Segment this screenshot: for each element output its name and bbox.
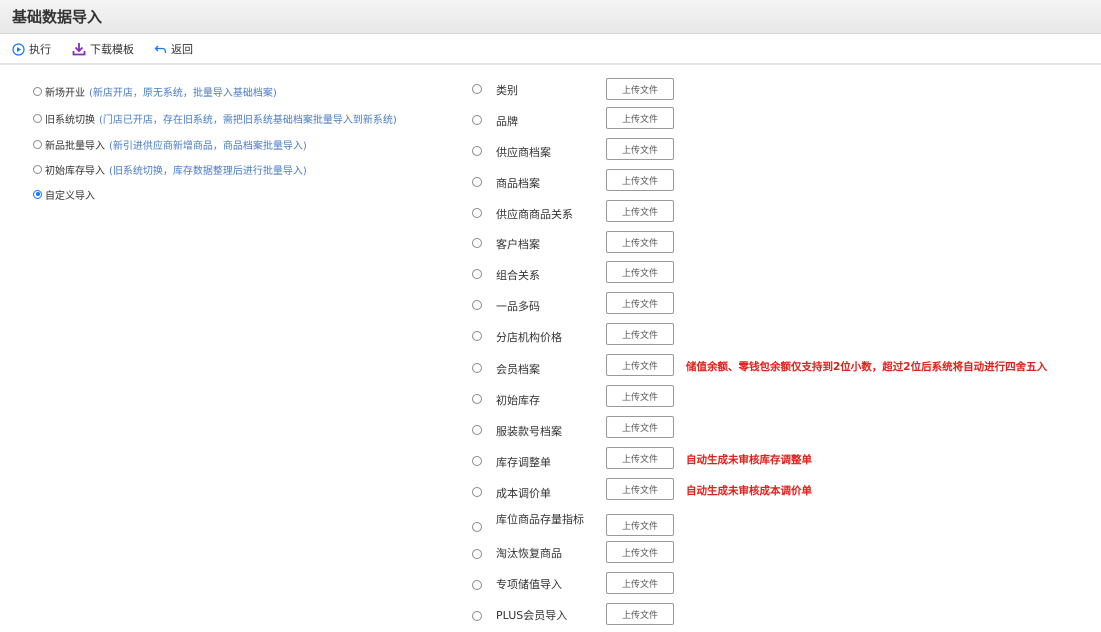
page-title: 基础数据导入	[12, 8, 103, 26]
back-arrow-icon	[154, 43, 167, 56]
upload-button-multi-barcode[interactable]: 上传文件	[606, 292, 674, 314]
mode-initial-stock[interactable]: 初始库存导入 (旧系统切换，库存数据整理后进行批量导入)	[33, 161, 307, 177]
item-label-location-stock: 库位商品存量指标	[496, 513, 584, 526]
mode-custom[interactable]: 自定义导入	[33, 186, 95, 202]
item-label-multi-barcode: 一品多码	[496, 300, 540, 313]
radio-item-special-stored-value[interactable]	[472, 580, 482, 590]
mode-desc: (门店已开店，存在旧系统，需把旧系统基础档案批量导入到新系统)	[99, 114, 397, 126]
item-label-category: 类别	[496, 84, 518, 97]
back-label: 返回	[171, 43, 193, 56]
radio-item-multi-barcode[interactable]	[472, 300, 482, 310]
radio-new-store[interactable]	[33, 86, 42, 96]
mode-new-products[interactable]: 新品批量导入 (新引进供应商新增商品，商品档案批量导入)	[33, 136, 307, 152]
item-label-apparel-style: 服装款号档案	[496, 425, 562, 438]
radio-item-combo[interactable]	[472, 269, 482, 279]
radio-item-member[interactable]	[472, 363, 482, 373]
radio-item-initial-stock[interactable]	[472, 394, 482, 404]
item-label-member: 会员档案	[496, 363, 540, 376]
item-label-special-stored-value: 专项储值导入	[496, 578, 562, 591]
radio-item-category[interactable]	[472, 84, 482, 94]
item-label-initial-stock: 初始库存	[496, 394, 540, 407]
mode-label: 旧系统切换	[45, 114, 95, 126]
radio-item-brand[interactable]	[472, 115, 482, 125]
item-label-restore-product: 淘汰恢复商品	[496, 547, 562, 560]
upload-button-branch-price[interactable]: 上传文件	[606, 323, 674, 345]
item-label-stock-adjust: 库存调整单	[496, 456, 551, 469]
download-icon	[72, 42, 86, 56]
toolbar: 执行 下载模板 返回	[0, 34, 1101, 64]
radio-item-apparel-style[interactable]	[472, 425, 482, 435]
execute-button[interactable]: 执行	[12, 39, 51, 59]
upload-button-brand[interactable]: 上传文件	[606, 107, 674, 129]
upload-button-category[interactable]: 上传文件	[606, 78, 674, 100]
radio-item-stock-adjust[interactable]	[472, 456, 482, 466]
execute-label: 执行	[29, 43, 51, 56]
mode-desc: (新引进供应商新增商品，商品档案批量导入)	[109, 140, 307, 152]
mode-label: 自定义导入	[45, 190, 95, 202]
upload-button-member[interactable]: 上传文件	[606, 354, 674, 376]
upload-button-combo[interactable]: 上传文件	[606, 261, 674, 283]
mode-desc: (旧系统切换，库存数据整理后进行批量导入)	[109, 165, 307, 177]
download-template-button[interactable]: 下载模板	[72, 39, 134, 59]
upload-button-initial-stock[interactable]: 上传文件	[606, 385, 674, 407]
radio-item-customer[interactable]	[472, 238, 482, 248]
radio-item-restore-product[interactable]	[472, 549, 482, 559]
mode-label: 新场开业	[45, 87, 85, 99]
upload-button-product[interactable]: 上传文件	[606, 169, 674, 191]
cost-adjust-note: 自动生成未审核成本调价单	[686, 485, 812, 497]
upload-button-plus-member[interactable]: 上传文件	[606, 603, 674, 625]
upload-button-apparel-style[interactable]: 上传文件	[606, 416, 674, 438]
item-label-cost-adjust: 成本调价单	[496, 487, 551, 500]
item-label-supplier-product: 供应商商品关系	[496, 208, 573, 221]
item-label-supplier: 供应商档案	[496, 146, 551, 159]
radio-initial-stock[interactable]	[33, 164, 42, 174]
upload-button-customer[interactable]: 上传文件	[606, 231, 674, 253]
mode-label: 初始库存导入	[45, 165, 105, 177]
radio-legacy-switch[interactable]	[33, 113, 42, 123]
radio-item-plus-member[interactable]	[472, 611, 482, 621]
mode-legacy-switch[interactable]: 旧系统切换 (门店已开店，存在旧系统，需把旧系统基础档案批量导入到新系统)	[33, 110, 397, 126]
radio-item-supplier[interactable]	[472, 146, 482, 156]
upload-button-supplier-product[interactable]: 上传文件	[606, 200, 674, 222]
item-label-product: 商品档案	[496, 177, 540, 190]
radio-custom[interactable]	[33, 189, 42, 199]
radio-item-product[interactable]	[472, 177, 482, 187]
upload-button-cost-adjust[interactable]: 上传文件	[606, 478, 674, 500]
radio-item-supplier-product[interactable]	[472, 208, 482, 218]
upload-button-special-stored-value[interactable]: 上传文件	[606, 572, 674, 594]
radio-item-cost-adjust[interactable]	[472, 487, 482, 497]
item-label-branch-price: 分店机构价格	[496, 331, 562, 344]
member-note: 储值余额、零钱包余额仅支持到2位小数，超过2位后系统将自动进行四舍五入	[686, 361, 1048, 373]
upload-button-supplier[interactable]: 上传文件	[606, 138, 674, 160]
item-label-customer: 客户档案	[496, 238, 540, 251]
item-label-plus-member: PLUS会员导入	[496, 609, 568, 622]
mode-new-store[interactable]: 新场开业 (新店开店，原无系统，批量导入基础档案)	[33, 83, 277, 99]
play-circle-icon	[12, 42, 25, 56]
item-label-combo: 组合关系	[496, 269, 540, 282]
upload-button-restore-product[interactable]: 上传文件	[606, 541, 674, 563]
upload-button-stock-adjust[interactable]: 上传文件	[606, 447, 674, 469]
mode-desc: (新店开店，原无系统，批量导入基础档案)	[89, 87, 277, 99]
mode-label: 新品批量导入	[45, 140, 105, 152]
radio-new-products[interactable]	[33, 139, 42, 149]
radio-item-location-stock[interactable]	[472, 522, 482, 532]
radio-item-branch-price[interactable]	[472, 331, 482, 341]
item-label-brand: 品牌	[496, 115, 518, 128]
upload-button-location-stock[interactable]: 上传文件	[606, 514, 674, 536]
title-bar: 基础数据导入	[0, 0, 1101, 34]
download-template-label: 下载模板	[90, 43, 134, 56]
back-button[interactable]: 返回	[154, 39, 193, 59]
stock-adjust-note: 自动生成未审核库存调整单	[686, 454, 812, 466]
